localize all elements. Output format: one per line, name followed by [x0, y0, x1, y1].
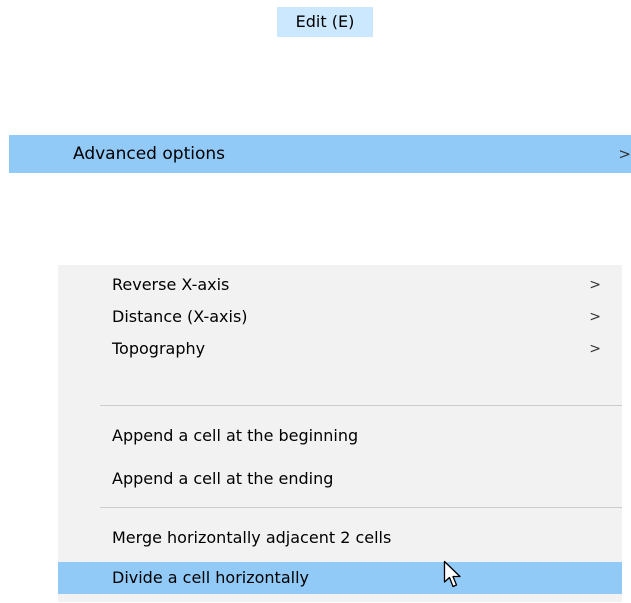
- submenu-item-label: Distance (X-axis): [112, 307, 248, 326]
- submenu-item-merge-horizontal-cells[interactable]: Merge horizontally adjacent 2 cells: [58, 522, 622, 554]
- chevron-right-icon: >: [589, 277, 601, 293]
- submenu-item-label: Append a cell at the beginning: [112, 426, 359, 445]
- menu-separator: [100, 405, 622, 406]
- screen: Edit (E) Advanced options > Reverse X-ax…: [0, 0, 631, 603]
- menu-edit-label: Edit (E): [295, 12, 355, 31]
- menu-item-advanced-options[interactable]: Advanced options >: [9, 135, 631, 173]
- submenu-item-label: Divide a cell horizontally: [112, 568, 309, 587]
- submenu-item-label: Append a cell at the ending: [112, 469, 334, 488]
- submenu-item-distance-x-axis[interactable]: Distance (X-axis) >: [58, 301, 622, 333]
- menu-separator: [100, 507, 622, 508]
- chevron-right-icon: >: [618, 145, 631, 163]
- submenu-item-reverse-x-axis[interactable]: Reverse X-axis >: [58, 269, 622, 301]
- submenu-item-divide-cell-horizontal[interactable]: Divide a cell horizontally: [58, 562, 622, 594]
- mouse-pointer-icon: [443, 560, 461, 588]
- submenu-item-label: Merge horizontally adjacent 2 cells: [112, 528, 392, 547]
- chevron-right-icon: >: [589, 341, 601, 357]
- advanced-options-submenu: Reverse X-axis > Distance (X-axis) > Top…: [58, 265, 622, 602]
- menu-item-advanced-options-label: Advanced options: [73, 144, 225, 164]
- submenu-item-append-cell-beginning[interactable]: Append a cell at the beginning: [58, 420, 622, 452]
- submenu-item-label: Topography: [112, 339, 206, 358]
- submenu-item-label: Reverse X-axis: [112, 275, 230, 294]
- submenu-item-topography[interactable]: Topography >: [58, 333, 622, 365]
- menu-edit[interactable]: Edit (E): [277, 7, 373, 37]
- submenu-item-append-cell-ending[interactable]: Append a cell at the ending: [58, 463, 622, 495]
- chevron-right-icon: >: [589, 309, 601, 325]
